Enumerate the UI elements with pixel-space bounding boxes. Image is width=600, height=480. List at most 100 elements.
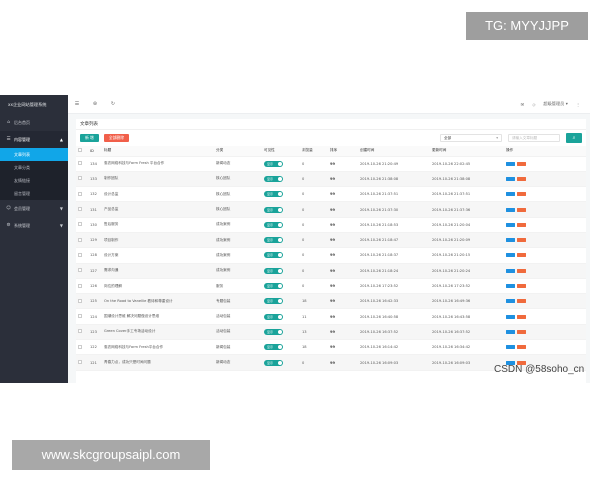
edit-button[interactable]	[506, 268, 515, 273]
row-select[interactable]	[76, 354, 88, 371]
edit-button[interactable]	[506, 329, 515, 334]
visibility-toggle[interactable]: 显示	[264, 206, 283, 213]
row-select[interactable]	[76, 156, 88, 172]
delete-button[interactable]	[517, 253, 526, 258]
target-icon[interactable]: ⊛	[86, 101, 104, 107]
visibility-toggle[interactable]: 显示	[264, 298, 283, 305]
delete-button[interactable]	[517, 314, 526, 319]
edit-button[interactable]	[506, 161, 515, 166]
cell-sort[interactable]: 99	[328, 171, 358, 188]
row-checkbox[interactable]	[78, 161, 82, 166]
user-menu[interactable]: 超级管理员 ▾	[543, 101, 567, 107]
search-button[interactable]: ⌕	[566, 133, 582, 143]
row-select[interactable]	[76, 278, 88, 295]
row-select[interactable]	[76, 171, 88, 188]
refresh-icon[interactable]: ↻	[104, 101, 122, 107]
delete-all-button[interactable]: 全部删除	[103, 134, 129, 142]
cell-sort[interactable]: 99	[328, 308, 358, 325]
cell-sort[interactable]: 99	[328, 339, 358, 356]
delete-button[interactable]	[517, 176, 526, 181]
row-checkbox[interactable]	[78, 268, 82, 273]
row-checkbox[interactable]	[78, 237, 82, 242]
row-checkbox[interactable]	[78, 360, 82, 364]
row-checkbox[interactable]	[78, 314, 82, 319]
cell-sort[interactable]: 99	[328, 156, 358, 172]
delete-button[interactable]	[517, 192, 526, 197]
edit-button[interactable]	[506, 314, 515, 319]
edit-button[interactable]	[506, 345, 515, 350]
visibility-toggle[interactable]: 显示	[264, 313, 283, 320]
edit-button[interactable]	[506, 192, 515, 197]
category-select[interactable]: 全部 ▾	[440, 134, 502, 142]
row-select[interactable]	[76, 186, 88, 203]
visibility-toggle[interactable]: 显示	[264, 328, 283, 335]
sidebar-subitem-links[interactable]: 友情链接	[0, 174, 68, 187]
row-select[interactable]	[76, 217, 88, 233]
row-select[interactable]	[76, 293, 88, 310]
menu-toggle-icon[interactable]: ☰	[68, 101, 86, 107]
row-checkbox[interactable]	[78, 344, 82, 349]
row-checkbox[interactable]	[78, 329, 82, 334]
cell-sort[interactable]: 99	[328, 293, 358, 310]
row-checkbox[interactable]	[78, 298, 82, 303]
tag-icon[interactable]: ◇	[532, 102, 535, 107]
search-input[interactable]: 请输入文章标题	[508, 134, 560, 142]
row-checkbox[interactable]	[78, 191, 82, 196]
cell-sort[interactable]: 99	[328, 263, 358, 279]
sidebar-subitem-articles[interactable]: 文章列表	[0, 148, 68, 161]
row-select[interactable]	[76, 232, 88, 249]
row-checkbox[interactable]	[78, 222, 82, 227]
visibility-toggle[interactable]: 显示	[264, 344, 283, 351]
row-select[interactable]	[76, 339, 88, 356]
row-select[interactable]	[76, 324, 88, 341]
row-checkbox[interactable]	[78, 283, 82, 288]
row-select[interactable]	[76, 263, 88, 279]
sidebar-item-content[interactable]: ☰ 内容管理 ▲	[0, 131, 68, 148]
visibility-toggle[interactable]: 显示	[264, 252, 283, 259]
header-select[interactable]	[76, 146, 88, 157]
edit-button[interactable]	[506, 284, 515, 289]
visibility-toggle[interactable]: 显示	[264, 191, 283, 198]
cell-sort[interactable]: 99	[328, 201, 358, 218]
visibility-toggle[interactable]: 显示	[264, 175, 283, 182]
cell-sort[interactable]: 99	[328, 354, 358, 371]
sidebar-subitem-categories[interactable]: 文章分类	[0, 161, 68, 174]
add-button[interactable]: 新 增	[80, 134, 99, 142]
edit-button[interactable]	[506, 253, 515, 258]
cell-sort[interactable]: 99	[328, 186, 358, 203]
delete-button[interactable]	[517, 299, 526, 304]
visibility-toggle[interactable]: 显示	[264, 237, 283, 244]
edit-button[interactable]	[506, 207, 515, 212]
delete-button[interactable]	[517, 268, 526, 273]
delete-button[interactable]	[517, 222, 526, 227]
row-checkbox[interactable]	[78, 207, 82, 212]
row-select[interactable]	[76, 247, 88, 264]
cell-sort[interactable]: 99	[328, 278, 358, 295]
edit-button[interactable]	[506, 299, 515, 304]
select-all-checkbox[interactable]	[78, 148, 82, 153]
sidebar-subitem-messages[interactable]: 留言管理	[0, 187, 68, 200]
sidebar-item-home[interactable]: ⌂ 后台首页	[0, 114, 68, 131]
visibility-toggle[interactable]: 显示	[264, 359, 283, 366]
visibility-toggle[interactable]: 显示	[264, 267, 283, 274]
row-checkbox[interactable]	[78, 252, 82, 257]
cell-sort[interactable]: 99	[328, 217, 358, 233]
cell-sort[interactable]: 99	[328, 324, 358, 341]
more-icon[interactable]: ⋮	[576, 102, 580, 107]
delete-button[interactable]	[517, 207, 526, 212]
visibility-toggle[interactable]: 显示	[264, 221, 283, 228]
delete-button[interactable]	[517, 161, 526, 166]
delete-button[interactable]	[517, 238, 526, 243]
sidebar-item-members[interactable]: ☺ 会员管理 ▼	[0, 200, 68, 217]
row-select[interactable]	[76, 308, 88, 325]
message-icon[interactable]: ✉	[521, 102, 525, 107]
edit-button[interactable]	[506, 176, 515, 181]
cell-sort[interactable]: 99	[328, 247, 358, 264]
row-select[interactable]	[76, 201, 88, 218]
visibility-toggle[interactable]: 显示	[264, 160, 283, 167]
delete-button[interactable]	[517, 345, 526, 350]
delete-button[interactable]	[517, 329, 526, 334]
cell-sort[interactable]: 99	[328, 232, 358, 249]
visibility-toggle[interactable]: 显示	[264, 283, 283, 290]
edit-button[interactable]	[506, 222, 515, 227]
